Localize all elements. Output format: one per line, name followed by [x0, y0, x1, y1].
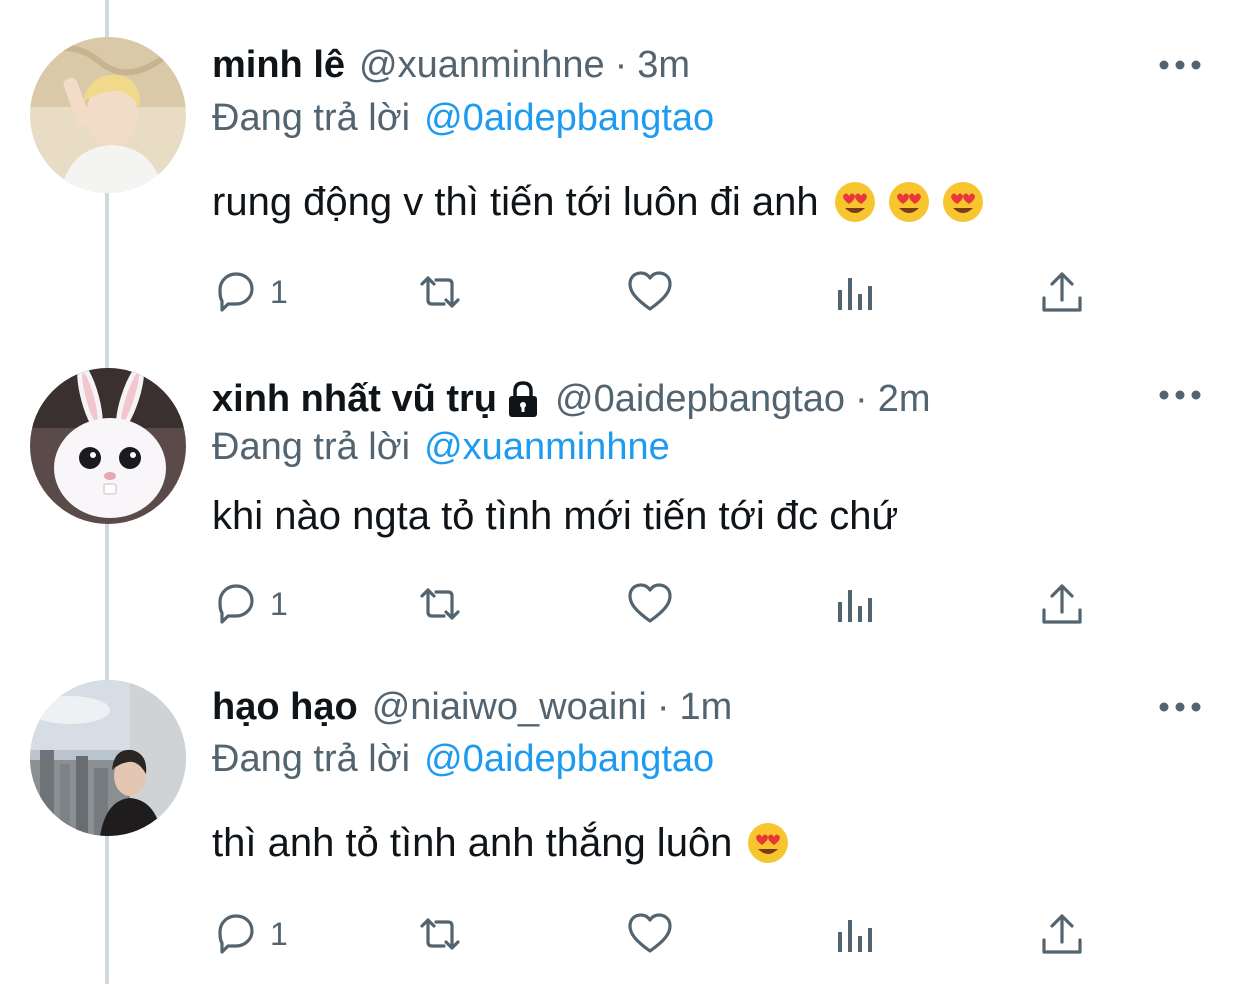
reply-count: 1: [270, 915, 288, 952]
more-icon: [1159, 390, 1201, 400]
heart-eyes-emoji: [941, 180, 985, 224]
replying-label: Đang trả lời: [212, 737, 411, 780]
retweet-button[interactable]: [416, 268, 464, 316]
mention-link[interactable]: @0aidepbangtao: [424, 738, 714, 781]
like-button[interactable]: [626, 910, 674, 958]
share-icon: [1042, 584, 1082, 624]
share-button[interactable]: [1038, 580, 1086, 628]
heart-eyes-emoji: [746, 821, 790, 865]
lock-icon: [505, 379, 541, 419]
heart-eyes-emoji: [887, 180, 931, 224]
more-icon: [1159, 702, 1201, 712]
tweet-text: rung động v thì tiến tới luôn đi anh: [212, 174, 985, 230]
retweet-icon: [420, 588, 460, 620]
views-button[interactable]: [832, 268, 880, 316]
mention-link[interactable]: @xuanminhne: [424, 426, 670, 469]
like-button[interactable]: [626, 268, 674, 316]
reply-icon: [218, 272, 254, 312]
username-handle[interactable]: @xuanminhne: [359, 44, 605, 87]
reply-button[interactable]: 1: [212, 580, 288, 628]
timestamp[interactable]: 3m: [637, 44, 690, 87]
avatar[interactable]: [30, 368, 186, 524]
username-handle[interactable]: @0aidepbangtao: [555, 378, 845, 421]
tweet-text: thì anh tỏ tình anh thắng luôn: [212, 815, 790, 871]
reply-button[interactable]: 1: [212, 268, 288, 316]
retweet-button[interactable]: [416, 910, 464, 958]
username-handle[interactable]: @niaiwo_woaini: [372, 686, 647, 729]
tweet-text-content: khi nào ngta tỏ tình mới tiến tới đc chứ: [212, 493, 899, 538]
more-button[interactable]: [1158, 385, 1202, 405]
display-name[interactable]: xinh nhất vũ trụ: [212, 378, 497, 421]
replying-label: Đang trả lời: [212, 96, 411, 139]
separator-dot: ·: [855, 377, 868, 420]
replying-label: Đang trả lời: [212, 425, 411, 468]
reply-count: 1: [270, 273, 288, 310]
action-bar: 1: [212, 268, 1112, 316]
retweet-icon: [420, 918, 460, 950]
mention-link[interactable]: @0aidepbangtao: [424, 97, 714, 140]
more-icon: [1159, 60, 1201, 70]
separator-dot: ·: [656, 685, 670, 728]
timestamp[interactable]: 2m: [878, 378, 931, 421]
share-icon: [1042, 272, 1082, 312]
reply-count: 1: [270, 585, 288, 622]
timestamp[interactable]: 1m: [680, 686, 733, 729]
reply-icon: [218, 914, 254, 954]
like-button[interactable]: [626, 580, 674, 628]
more-button[interactable]: [1158, 55, 1202, 75]
replying-to: Đang trả lời @0aidepbangtao: [212, 734, 714, 784]
analytics-icon: [838, 590, 872, 622]
separator-dot: ·: [614, 43, 628, 86]
tweet-header: minh lê @xuanminhne · 3m: [212, 39, 690, 91]
reply-button[interactable]: 1: [212, 910, 288, 958]
more-button[interactable]: [1158, 697, 1202, 717]
heart-icon: [628, 913, 672, 953]
retweet-button[interactable]: [416, 580, 464, 628]
action-bar: 1: [212, 580, 1112, 628]
tweet-text: khi nào ngta tỏ tình mới tiến tới đc chứ: [212, 488, 898, 544]
tweet-text-content: thì anh tỏ tình anh thắng luôn: [212, 820, 733, 865]
avatar[interactable]: [30, 37, 186, 193]
views-button[interactable]: [832, 910, 880, 958]
views-button[interactable]: [832, 580, 880, 628]
analytics-icon: [838, 920, 872, 952]
tweet-header: xinh nhất vũ trụ @0aidepbangtao · 2m: [212, 373, 931, 425]
replying-to: Đang trả lời @xuanminhne: [212, 422, 670, 472]
heart-icon: [628, 583, 672, 623]
heart-eyes-emoji: [833, 180, 877, 224]
action-bar: 1: [212, 910, 1112, 958]
analytics-icon: [838, 278, 872, 310]
avatar[interactable]: [30, 680, 186, 836]
replying-to: Đang trả lời @0aidepbangtao: [212, 93, 714, 143]
tweet-header: hạo hạo @niaiwo_woaini · 1m: [212, 681, 732, 733]
tweet-text-content: rung động v thì tiến tới luôn đi anh: [212, 179, 819, 224]
retweet-icon: [420, 276, 460, 308]
heart-icon: [628, 271, 672, 311]
share-button[interactable]: [1038, 910, 1086, 958]
share-button[interactable]: [1038, 268, 1086, 316]
share-icon: [1042, 914, 1082, 954]
display-name[interactable]: minh lê: [212, 44, 345, 87]
display-name[interactable]: hạo hạo: [212, 686, 358, 729]
reply-icon: [218, 584, 254, 624]
